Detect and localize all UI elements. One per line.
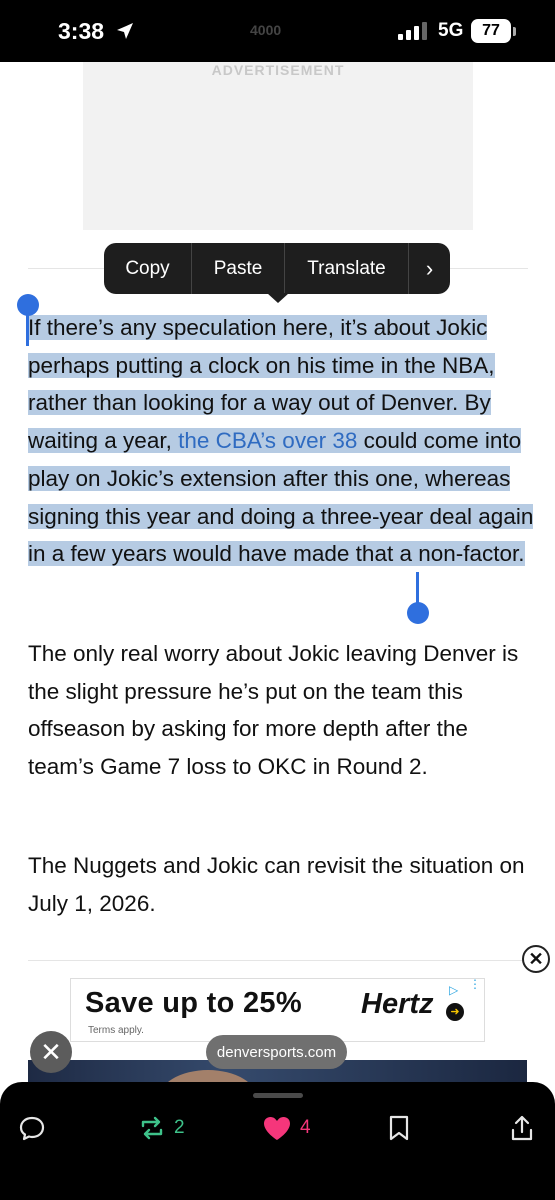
battery-tip: [513, 27, 516, 36]
like-count: 4: [300, 1117, 311, 1138]
status-center-text: 4000: [250, 22, 282, 38]
divider: [28, 960, 528, 961]
share-button[interactable]: [508, 1112, 536, 1144]
sheet-grabber[interactable]: [253, 1093, 303, 1098]
cba-link[interactable]: the CBA’s over 38: [178, 428, 357, 453]
share-icon: [511, 1115, 533, 1141]
translate-menu-item[interactable]: Translate: [285, 243, 409, 294]
network-type: 5G: [438, 20, 464, 41]
url-pill[interactable]: denversports.com: [206, 1035, 347, 1069]
status-bar: 3:38 4000 5G 77: [0, 0, 555, 62]
article-paragraph: The only real worry about Jokic leaving …: [28, 641, 519, 780]
selection-start-caret: [26, 312, 29, 346]
location-arrow-icon: [117, 23, 133, 39]
ad-terms: Terms apply.: [88, 1025, 144, 1036]
text-selection-menu: Copy Paste Translate ›: [104, 243, 450, 294]
selection-end-caret: [416, 572, 419, 606]
heart-icon: [264, 1117, 290, 1140]
battery-icon: 77: [471, 19, 511, 43]
hertz-logo: Hertz: [361, 988, 434, 1020]
selection-end-handle[interactable]: [407, 602, 429, 624]
advertisement-label: ADVERTISEMENT: [211, 62, 345, 78]
adchoices-icon[interactable]: ▷: [449, 983, 463, 997]
post-action-toolbar: 2 4: [0, 1082, 555, 1200]
ad-options-icon[interactable]: ⋮: [469, 978, 481, 990]
more-options-chevron-icon[interactable]: ›: [409, 243, 450, 294]
hertz-ad-banner[interactable]: Save up to 25% Terms apply. Hertz ➜ ▷ ⋮: [70, 978, 485, 1042]
bookmark-icon: [389, 1115, 409, 1141]
paste-menu-item[interactable]: Paste: [192, 243, 285, 294]
article-paragraph: The Nuggets and Jokic can revisit the si…: [28, 853, 525, 916]
article-paragraph-selected[interactable]: If there’s any speculation here, it’s ab…: [28, 309, 538, 573]
copy-menu-item[interactable]: Copy: [104, 243, 192, 294]
repost-icon: [141, 1116, 163, 1140]
reply-button[interactable]: [18, 1112, 46, 1144]
repost-button[interactable]: 2: [138, 1112, 185, 1144]
close-ad-button[interactable]: ✕: [522, 945, 550, 973]
battery-level: 77: [482, 22, 500, 39]
selected-text: If there’s any speculation here, it’s ab…: [28, 315, 534, 567]
reply-bubble-icon: [19, 1116, 45, 1141]
arrow-circle-icon: ➜: [446, 1003, 464, 1021]
advertisement-slot[interactable]: ADVERTISEMENT: [83, 62, 473, 230]
like-button[interactable]: 4: [262, 1112, 311, 1144]
repost-count: 2: [174, 1117, 185, 1138]
ad-headline: Save up to 25%: [85, 987, 302, 1019]
bookmark-button[interactable]: [386, 1112, 412, 1144]
status-time: 3:38: [58, 18, 105, 44]
close-icon[interactable]: ✕: [30, 1031, 72, 1073]
menu-pointer: [267, 293, 289, 303]
signal-icon: [398, 22, 428, 40]
